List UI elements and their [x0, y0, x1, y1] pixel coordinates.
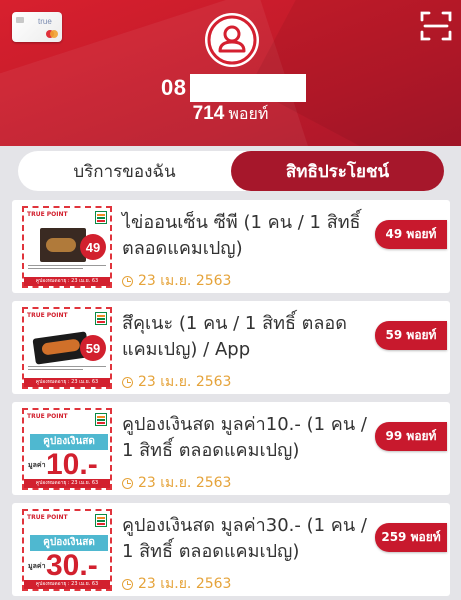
profile-header: true 08 714 พอยท์ [0, 0, 461, 146]
clock-icon [122, 477, 133, 489]
item-title: สึคุเนะ (1 คน / 1 สิทธิ์ ตลอดแคมเปญ) / A… [122, 313, 347, 360]
item-date-text: 23 เม.ย. 2563 [138, 576, 232, 592]
tab-my-services[interactable]: บริการของฉัน [18, 151, 231, 191]
coupon-fine-print [28, 366, 106, 376]
clock-icon [122, 275, 133, 287]
redeem-points-badge[interactable]: 99 พอยท์ [375, 422, 447, 451]
clock-icon [122, 376, 133, 388]
card-brand-logo: true [38, 17, 52, 26]
item-title: คูปองเงินสด มูลค่า30.- (1 คน / 1 สิทธิ์ … [122, 515, 367, 562]
scan-button[interactable] [419, 10, 453, 42]
redeem-points-badge[interactable]: 259 พอยท์ [375, 523, 447, 552]
coupon-price: 59 [80, 335, 106, 361]
user-icon [207, 15, 257, 65]
points-unit: พอยท์ [228, 104, 269, 123]
privilege-list: TRUE POINT 49 คูปองหมดอายุ : 23 เม.ย. 63… [12, 200, 450, 600]
coupon-expiry: คูปองหมดอายุ : 23 เม.ย. 63 [24, 378, 110, 387]
coupon-thumbnail: TRUE POINT 49 คูปองหมดอายุ : 23 เม.ย. 63 [22, 206, 112, 288]
item-date: 23 เม.ย. 2563 [122, 270, 231, 292]
coupon-thumbnail: TRUE POINT 59 คูปองหมดอายุ : 23 เม.ย. 63 [22, 307, 112, 389]
item-date-text: 23 เม.ย. 2563 [138, 273, 232, 289]
list-item[interactable]: TRUE POINT 49 คูปองหมดอายุ : 23 เม.ย. 63… [12, 200, 450, 293]
cash-coupon-prefix: มูลค่า [28, 562, 46, 570]
tab-bar: บริการของฉัน สิทธิประโยชน์ [18, 151, 444, 191]
coupon-tag: TRUE POINT [27, 514, 68, 521]
item-date: 23 เม.ย. 2563 [122, 573, 231, 595]
item-date: 23 เม.ย. 2563 [122, 371, 231, 393]
phone-redaction [190, 74, 307, 102]
scan-icon [420, 11, 452, 41]
phone-prefix: 08 [161, 75, 187, 100]
item-title: ไข่ออนเซ็น ซีพี (1 คน / 1 สิทธิ์ ตลอดแคม… [122, 212, 361, 259]
clock-icon [122, 578, 133, 590]
coupon-tag: TRUE POINT [27, 413, 68, 420]
item-date-text: 23 เม.ย. 2563 [138, 374, 232, 390]
redeem-points-badge[interactable]: 59 พอยท์ [375, 321, 447, 350]
coupon-expiry: คูปองหมดอายุ : 23 เม.ย. 63 [24, 580, 110, 589]
store-logo-icon [95, 312, 107, 325]
coupon-thumbnail: TRUE POINT คูปองเงินสด มูลค่า 10.- คูปอง… [22, 408, 112, 490]
points-summary: 714 พอยท์ [0, 102, 461, 127]
item-title: คูปองเงินสด มูลค่า10.- (1 คน / 1 สิทธิ์ … [122, 414, 367, 461]
store-logo-icon [95, 211, 107, 224]
cash-coupon-amount: 30.- [46, 549, 98, 582]
avatar[interactable] [205, 13, 259, 67]
coupon-price: 49 [80, 234, 106, 260]
coupon-expiry: คูปองหมดอายุ : 23 เม.ย. 63 [24, 479, 110, 488]
list-item[interactable]: TRUE POINT คูปองเงินสด มูลค่า 10.- คูปอง… [12, 402, 450, 495]
coupon-thumbnail: TRUE POINT คูปองเงินสด มูลค่า 30.- คูปอง… [22, 509, 112, 591]
coupon-tag: TRUE POINT [27, 312, 68, 319]
cash-coupon-prefix: มูลค่า [28, 461, 46, 469]
coupon-tag: TRUE POINT [27, 211, 68, 218]
store-logo-icon [95, 413, 107, 426]
redeem-points-badge[interactable]: 49 พอยท์ [375, 220, 447, 249]
phone-number: 08 [161, 73, 307, 103]
item-date-text: 23 เม.ย. 2563 [138, 475, 232, 491]
member-card-thumbnail[interactable]: true [12, 12, 62, 42]
list-item[interactable]: TRUE POINT 59 คูปองหมดอายุ : 23 เม.ย. 63… [12, 301, 450, 394]
item-date: 23 เม.ย. 2563 [122, 472, 231, 494]
card-chip-icon [16, 17, 24, 23]
coupon-fine-print [28, 265, 106, 275]
tab-privileges[interactable]: สิทธิประโยชน์ [231, 151, 444, 191]
points-value: 714 [192, 103, 225, 124]
cash-coupon-amount: 10.- [46, 448, 98, 481]
coupon-expiry: คูปองหมดอายุ : 23 เม.ย. 63 [24, 277, 110, 286]
store-logo-icon [95, 514, 107, 527]
mastercard-icon [46, 30, 58, 38]
list-item[interactable]: TRUE POINT คูปองเงินสด มูลค่า 30.- คูปอง… [12, 503, 450, 596]
